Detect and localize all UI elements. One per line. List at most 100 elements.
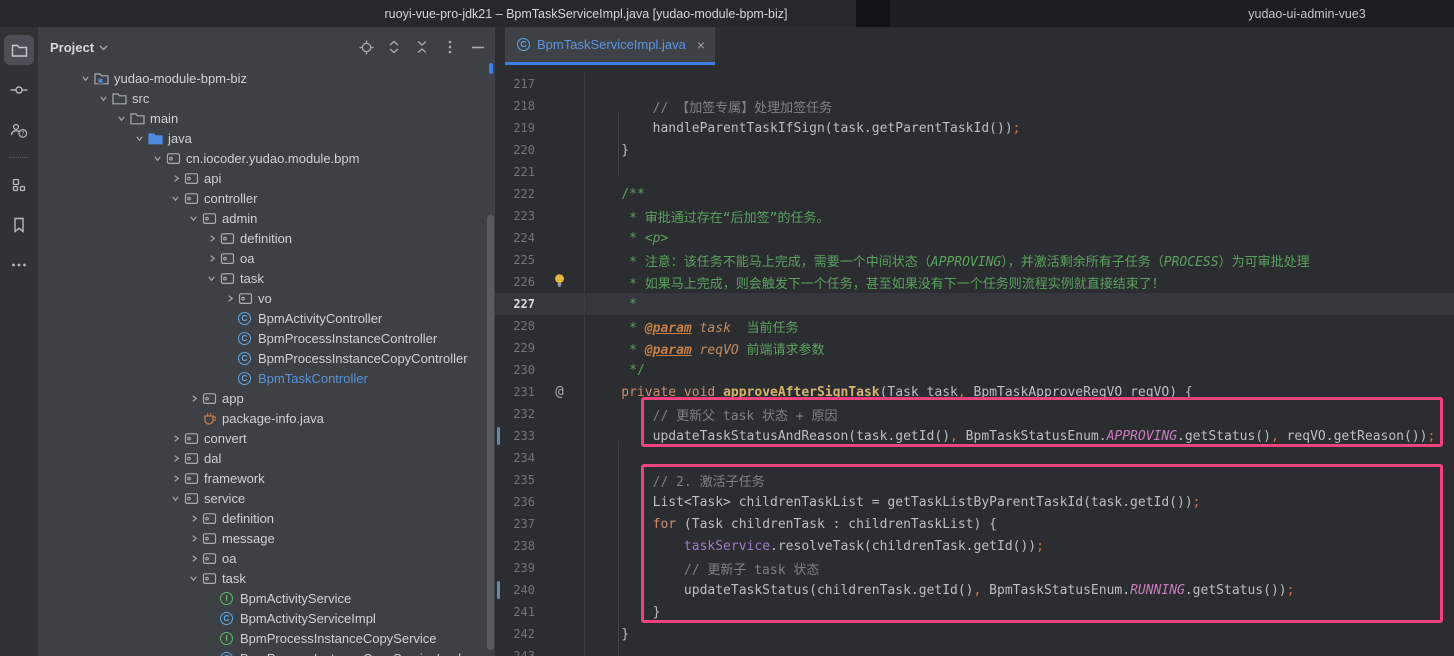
code-line-230[interactable]: 230 */	[495, 359, 1454, 381]
line-number[interactable]: 229	[495, 341, 535, 355]
chevron-right-icon[interactable]	[168, 430, 184, 446]
code-line-217[interactable]: 217	[495, 73, 1454, 95]
code-line-242[interactable]: 242 }	[495, 623, 1454, 645]
window-title-background[interactable]: yudao-ui-admin-vue3	[890, 0, 1454, 27]
tree-item-task[interactable]: task	[38, 568, 495, 588]
chevron-right-icon[interactable]	[186, 510, 202, 526]
tree-item-api[interactable]: api	[38, 168, 495, 188]
chevron-down-icon[interactable]	[168, 490, 184, 506]
locate-icon[interactable]	[357, 38, 375, 56]
tree-item-convert[interactable]: convert	[38, 428, 495, 448]
line-number[interactable]: 232	[495, 407, 535, 421]
line-number[interactable]: 225	[495, 253, 535, 267]
tree-item-BpmProcessInstanceCopyServiceImpl[interactable]: CBpmProcessInstanceCopyServiceImpl	[38, 648, 495, 656]
chevron-down-icon[interactable]	[96, 90, 112, 106]
tree-item-BpmActivityController[interactable]: CBpmActivityController	[38, 308, 495, 328]
code-line-228[interactable]: 228 * @param task 当前任务	[495, 315, 1454, 337]
code-line-243[interactable]: 243	[495, 645, 1454, 656]
line-number[interactable]: 219	[495, 121, 535, 135]
chevron-right-icon[interactable]	[168, 470, 184, 486]
code-line-241[interactable]: 241 }	[495, 601, 1454, 623]
project-tool-button[interactable]	[4, 35, 34, 65]
vcs-change-marker[interactable]	[497, 427, 500, 445]
code-line-232[interactable]: 232 // 更新父 task 状态 + 原因	[495, 403, 1454, 425]
chevron-down-icon[interactable]	[204, 270, 220, 286]
chevron-right-icon[interactable]	[186, 530, 202, 546]
bookmarks-tool-button[interactable]	[4, 210, 34, 240]
chevron-down-icon[interactable]	[168, 190, 184, 206]
tree-item-oa[interactable]: oa	[38, 248, 495, 268]
tree-item-BpmProcessInstanceCopyService[interactable]: IBpmProcessInstanceCopyService	[38, 628, 495, 648]
chevron-down-icon[interactable]	[186, 210, 202, 226]
code-line-238[interactable]: 238 taskService.resolveTask(childrenTask…	[495, 535, 1454, 557]
chevron-down-icon[interactable]	[99, 45, 108, 51]
chevron-down-icon[interactable]	[78, 70, 94, 86]
line-number[interactable]: 228	[495, 319, 535, 333]
line-number[interactable]: 234	[495, 451, 535, 465]
chevron-down-icon[interactable]	[132, 130, 148, 146]
more-tool-windows-button[interactable]	[4, 250, 34, 280]
commit-tool-button[interactable]	[4, 75, 34, 105]
line-number[interactable]: 223	[495, 209, 535, 223]
line-number[interactable]: 226	[495, 275, 535, 289]
collapse-all-icon[interactable]	[413, 38, 431, 56]
tree-item-src[interactable]: src	[38, 88, 495, 108]
code-line-218[interactable]: 218 // 【加签专属】处理加签任务	[495, 95, 1454, 117]
code-line-225[interactable]: 225 * 注意：该任务不能马上完成，需要一个中间状态（APPROVING），并…	[495, 249, 1454, 271]
code-editor[interactable]: 217 218 // 【加签专属】处理加签任务219 handleParentTa…	[495, 65, 1454, 656]
tree-item-cn.iocoder.yudao.module.bpm[interactable]: cn.iocoder.yudao.module.bpm	[38, 148, 495, 168]
code-line-239[interactable]: 239 // 更新子 task 状态	[495, 557, 1454, 579]
line-number[interactable]: 221	[495, 165, 535, 179]
tree-item-vo[interactable]: vo	[38, 288, 495, 308]
line-number[interactable]: 243	[495, 649, 535, 656]
line-number[interactable]: 220	[495, 143, 535, 157]
line-number[interactable]: 224	[495, 231, 535, 245]
tree-item-definition[interactable]: definition	[38, 508, 495, 528]
expand-all-icon[interactable]	[385, 38, 403, 56]
line-number[interactable]: 233	[495, 429, 535, 443]
tree-item-app[interactable]: app	[38, 388, 495, 408]
code-line-235[interactable]: 235 // 2. 激活子任务	[495, 469, 1454, 491]
tree-item-message[interactable]: message	[38, 528, 495, 548]
code-line-233[interactable]: 233 updateTaskStatusAndReason(task.getId…	[495, 425, 1454, 447]
code-line-221[interactable]: 221	[495, 161, 1454, 183]
chevron-right-icon[interactable]	[186, 550, 202, 566]
line-number[interactable]: 236	[495, 495, 535, 509]
tree-item-BpmTaskController[interactable]: CBpmTaskController	[38, 368, 495, 388]
code-line-220[interactable]: 220 }	[495, 139, 1454, 161]
line-number[interactable]: 241	[495, 605, 535, 619]
chevron-down-icon[interactable]	[150, 150, 166, 166]
line-number[interactable]: 240	[495, 583, 535, 597]
code-line-223[interactable]: 223 * 审批通过存在“后加签”的任务。	[495, 205, 1454, 227]
code-line-227[interactable]: 227 *	[495, 293, 1454, 315]
tree-item-definition[interactable]: definition	[38, 228, 495, 248]
line-number[interactable]: 238	[495, 539, 535, 553]
line-number[interactable]: 217	[495, 77, 535, 91]
chevron-down-icon[interactable]	[114, 110, 130, 126]
code-line-222[interactable]: 222 /**	[495, 183, 1454, 205]
line-number[interactable]: 235	[495, 473, 535, 487]
chevron-right-icon[interactable]	[222, 290, 238, 306]
tree-scrollbar[interactable]	[487, 215, 494, 650]
code-line-224[interactable]: 224 * <p>	[495, 227, 1454, 249]
chevron-right-icon[interactable]	[168, 170, 184, 186]
chevron-right-icon[interactable]	[204, 230, 220, 246]
chevron-down-icon[interactable]	[186, 570, 202, 586]
tree-item-package-info.java[interactable]: package-info.java	[38, 408, 495, 428]
line-number[interactable]: 230	[495, 363, 535, 377]
close-icon[interactable]: ×	[697, 37, 705, 53]
tree-item-service[interactable]: service	[38, 488, 495, 508]
annotation-icon[interactable]: @	[555, 385, 563, 399]
code-line-229[interactable]: 229 * @param reqVO 前端请求参数	[495, 337, 1454, 359]
line-number[interactable]: 218	[495, 99, 535, 113]
code-line-240[interactable]: 240 updateTaskStatus(childrenTask.getId(…	[495, 579, 1454, 601]
tree-item-BpmProcessInstanceController[interactable]: CBpmProcessInstanceController	[38, 328, 495, 348]
line-number[interactable]: 239	[495, 561, 535, 575]
code-line-219[interactable]: 219 handleParentTaskIfSign(task.getParen…	[495, 117, 1454, 139]
structure-tool-button[interactable]	[4, 170, 34, 200]
more-vertical-icon[interactable]	[441, 38, 459, 56]
tree-item-controller[interactable]: controller	[38, 188, 495, 208]
hide-panel-icon[interactable]	[469, 38, 487, 56]
tree-item-main[interactable]: main	[38, 108, 495, 128]
tree-item-oa[interactable]: oa	[38, 548, 495, 568]
